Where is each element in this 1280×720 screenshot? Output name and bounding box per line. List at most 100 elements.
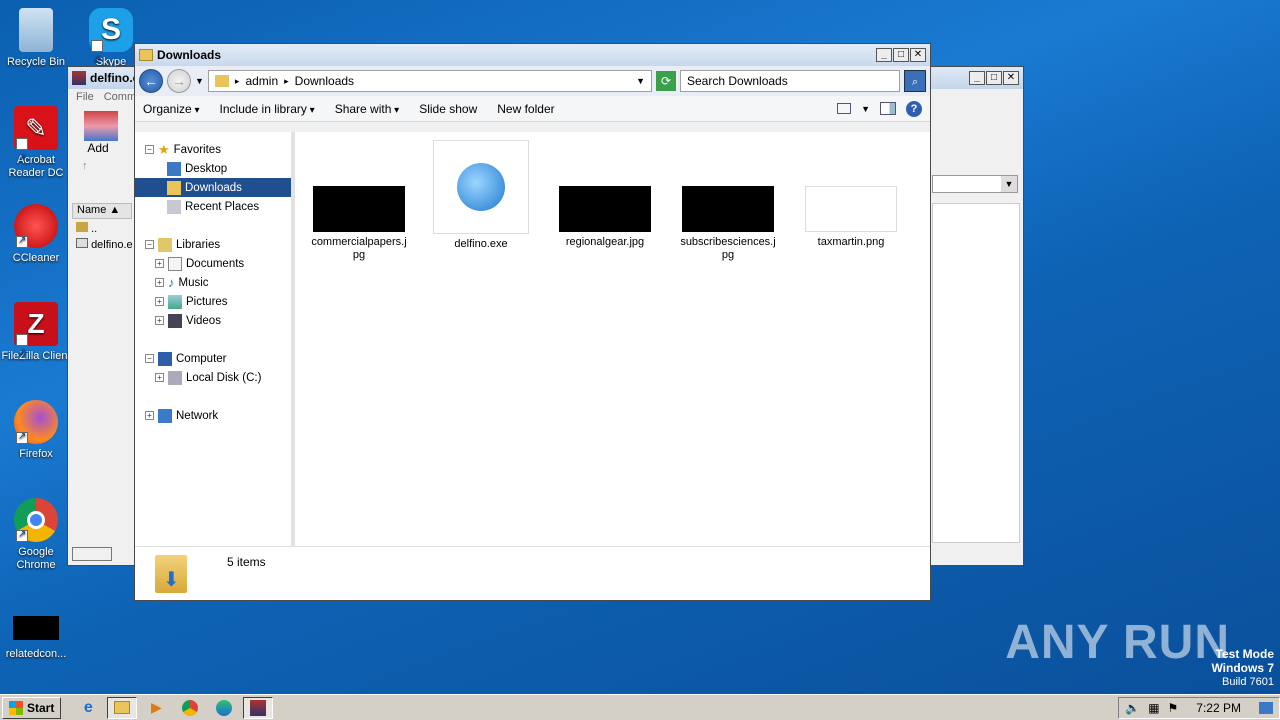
file-view[interactable]: commercialpapers.j pg delfino.exe region… xyxy=(295,132,930,546)
new-folder-button[interactable]: New folder xyxy=(497,102,554,116)
winrar-path-dropdown[interactable]: ▼ xyxy=(932,175,1018,193)
explorer-window[interactable]: Downloads _ □ ✕ ← → ▼ ▸ admin ▸ Download… xyxy=(134,43,931,601)
nav-libraries[interactable]: − Libraries xyxy=(135,235,291,254)
dolphin-app-icon xyxy=(433,140,529,234)
volume-icon[interactable]: 🔈 xyxy=(1125,701,1140,715)
file-name: commercialpapers.j pg xyxy=(311,236,407,261)
forward-button[interactable]: → xyxy=(167,69,191,93)
minimize-button[interactable]: _ xyxy=(876,48,892,62)
desktop-icon-acrobat[interactable]: ✎ Acrobat Reader DC xyxy=(0,106,72,180)
nav-videos[interactable]: + Videos xyxy=(135,311,291,330)
help-icon[interactable]: ? xyxy=(906,100,922,117)
system-tray: 🔈 ▦ ⚑ 7:22 PM xyxy=(1118,696,1280,719)
address-dropdown-icon[interactable]: ▼ xyxy=(636,76,645,86)
anyrun-watermark: ANY RUN xyxy=(1005,616,1230,669)
desktop-icon-filezilla[interactable]: Z FileZilla Client xyxy=(0,302,72,376)
view-options-icon[interactable] xyxy=(837,103,852,114)
file-item-delfino-exe[interactable]: delfino.exe xyxy=(433,140,529,251)
taskbar-edge[interactable] xyxy=(209,697,239,719)
view-dropdown-icon[interactable]: ▼ xyxy=(861,104,870,114)
maximize-button[interactable]: □ xyxy=(986,71,1002,85)
add-button[interactable]: Add xyxy=(84,141,112,155)
nav-documents[interactable]: + Documents xyxy=(135,254,291,273)
file-item-regionalgear[interactable]: regionalgear.jpg xyxy=(557,186,653,249)
share-with-button[interactable]: Share with xyxy=(335,102,400,116)
nav-computer[interactable]: − Computer xyxy=(135,349,291,368)
breadcrumb-downloads[interactable]: Downloads xyxy=(295,74,354,88)
sort-up-icon: ▲ xyxy=(109,204,121,216)
nav-local-disk[interactable]: + Local Disk (C:) xyxy=(135,368,291,387)
nav-label: Local Disk (C:) xyxy=(186,371,262,384)
expand-icon[interactable]: + xyxy=(145,411,154,420)
collapse-icon[interactable]: − xyxy=(145,354,154,363)
taskbar-media-player[interactable]: ▶ xyxy=(141,697,171,719)
file-item-commercialpapers[interactable]: commercialpapers.j pg xyxy=(311,186,407,262)
nav-recent-places[interactable]: Recent Places xyxy=(135,197,291,216)
close-button[interactable]: ✕ xyxy=(1003,71,1019,85)
nav-favorites[interactable]: − ★ Favorites xyxy=(135,140,291,159)
preview-pane-icon[interactable] xyxy=(880,102,896,115)
nav-label: Music xyxy=(178,276,209,289)
menu-file[interactable]: File xyxy=(76,91,94,105)
start-button[interactable]: Start xyxy=(2,696,62,719)
chevron-down-icon[interactable]: ▼ xyxy=(1001,176,1017,192)
minimize-button[interactable]: _ xyxy=(969,71,985,85)
taskbar-winrar[interactable] xyxy=(243,696,274,719)
build-line: Build 7601 xyxy=(1222,676,1274,688)
desktop-icon-label: relatedcon... xyxy=(5,648,67,660)
address-bar[interactable]: ▸ admin ▸ Downloads ▼ xyxy=(207,70,652,92)
clock[interactable]: 7:22 PM xyxy=(1196,701,1241,715)
network-tray-icon[interactable]: ▦ xyxy=(1148,701,1159,715)
include-in-library-button[interactable]: Include in library xyxy=(220,102,315,116)
explorer-titlebar[interactable]: Downloads _ □ ✕ xyxy=(135,44,930,66)
refresh-button[interactable]: ⟳ xyxy=(656,71,676,91)
nav-label: Pictures xyxy=(186,295,228,308)
nav-pictures[interactable]: + Pictures xyxy=(135,292,291,311)
taskbar-ie[interactable]: e xyxy=(73,697,103,719)
expand-icon[interactable]: + xyxy=(155,373,164,382)
expand-icon[interactable]: + xyxy=(155,297,164,306)
nav-downloads[interactable]: Downloads xyxy=(135,178,291,197)
expand-icon[interactable]: + xyxy=(155,316,164,325)
menu-commands[interactable]: Comm xyxy=(104,91,136,105)
list-item[interactable]: .. xyxy=(76,221,133,237)
recent-pages-icon[interactable]: ▼ xyxy=(195,76,204,86)
slide-show-button[interactable]: Slide show xyxy=(419,102,477,116)
organize-button[interactable]: Organize xyxy=(143,102,200,116)
file-name: subscribesciences.j pg xyxy=(680,236,776,261)
list-item[interactable]: delfino.e xyxy=(76,237,133,253)
maximize-button[interactable]: □ xyxy=(893,48,909,62)
breadcrumb-separator-icon[interactable]: ▸ xyxy=(284,76,289,87)
taskbar-chrome[interactable] xyxy=(175,697,205,719)
desktop-icon-chrome[interactable]: Google Chrome xyxy=(0,498,72,572)
collapse-icon[interactable]: − xyxy=(145,145,154,154)
nav-label: Favorites xyxy=(173,143,221,156)
winrar-file-list[interactable] xyxy=(932,203,1020,543)
close-button[interactable]: ✕ xyxy=(910,48,926,62)
media-player-icon: ▶ xyxy=(150,699,162,715)
breadcrumb-separator-icon[interactable]: ▸ xyxy=(235,76,240,87)
back-button[interactable]: ← xyxy=(139,69,163,93)
desktop-icon-firefox[interactable]: Firefox xyxy=(0,400,72,461)
show-desktop-icon[interactable] xyxy=(1259,701,1273,714)
search-icon[interactable]: ⌕ xyxy=(904,70,926,92)
file-item-taxmartin[interactable]: taxmartin.png xyxy=(803,186,899,249)
desktop-icon-label: Recycle Bin xyxy=(6,56,66,68)
desktop-icon-relatedcon[interactable]: relatedcon... xyxy=(0,616,72,661)
collapse-icon[interactable]: − xyxy=(145,240,154,249)
expand-icon[interactable]: + xyxy=(155,278,164,287)
column-header-name[interactable]: Name xyxy=(77,204,106,216)
flag-icon[interactable]: ⚑ xyxy=(1168,701,1179,715)
nav-music[interactable]: + ♪ Music xyxy=(135,273,291,292)
folder-up-icon xyxy=(76,222,88,232)
computer-icon xyxy=(158,351,172,366)
breadcrumb-admin[interactable]: admin xyxy=(245,74,278,88)
nav-desktop[interactable]: Desktop xyxy=(135,159,291,178)
taskbar-explorer[interactable] xyxy=(107,696,138,719)
expand-icon[interactable]: + xyxy=(155,259,164,268)
desktop-icon-recycle-bin[interactable]: Recycle Bin xyxy=(0,8,72,69)
desktop-icon-ccleaner[interactable]: CCleaner xyxy=(0,204,72,265)
nav-network[interactable]: + Network xyxy=(135,406,291,425)
search-input[interactable]: Search Downloads xyxy=(680,70,900,92)
file-item-subscribesciences[interactable]: subscribesciences.j pg xyxy=(680,186,776,262)
